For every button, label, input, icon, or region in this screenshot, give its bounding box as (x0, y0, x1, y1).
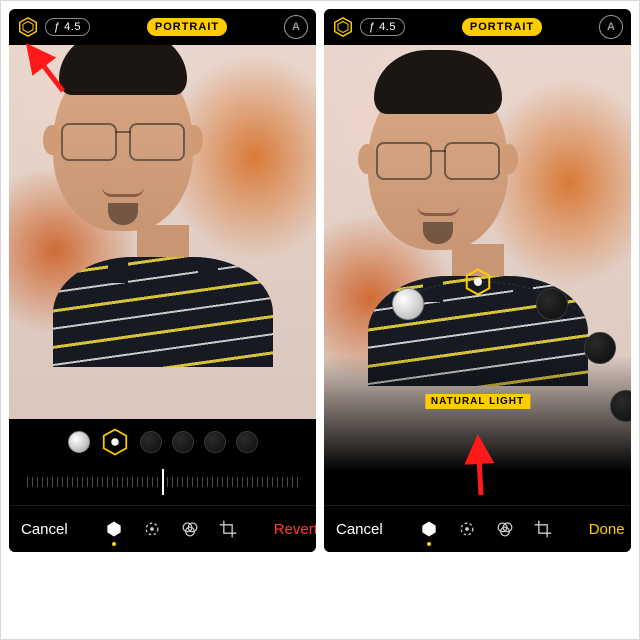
cancel-button[interactable]: Cancel (21, 521, 68, 538)
lighting-option-icon[interactable] (204, 431, 226, 453)
lighting-option-icon[interactable] (392, 288, 424, 320)
filters-tab-icon[interactable] (180, 518, 200, 540)
portrait-lighting-icon[interactable] (17, 16, 39, 38)
lighting-option-selected-icon[interactable] (100, 427, 130, 457)
phone-left: ƒ 4.5 PORTRAIT A (9, 9, 316, 552)
portrait-tab-icon[interactable] (104, 518, 124, 540)
lighting-option-icon[interactable] (68, 431, 90, 453)
lighting-option-selected-icon[interactable] (463, 267, 493, 297)
portrait-mode-badge: PORTRAIT (147, 18, 227, 36)
portrait-mode-badge: PORTRAIT (462, 18, 542, 36)
photo-preview[interactable] (9, 45, 316, 419)
crop-tab-icon[interactable] (533, 518, 553, 540)
active-tab-dot-icon (427, 542, 431, 546)
markup-icon[interactable]: A (599, 15, 623, 39)
crop-tab-icon[interactable] (218, 518, 238, 540)
cancel-button[interactable]: Cancel (336, 521, 383, 538)
lighting-option-icon[interactable] (236, 431, 258, 453)
slider-indicator[interactable] (162, 469, 164, 495)
revert-button[interactable]: Revert (274, 521, 316, 538)
phone-right: ƒ 4.5 PORTRAIT A NATURAL (324, 9, 631, 552)
photo-preview[interactable]: NATURAL LIGHT (324, 45, 631, 505)
phone-pair: ƒ 4.5 PORTRAIT A (9, 9, 631, 552)
annotation-arrow-icon (448, 429, 508, 499)
editor-panel: Cancel Done (324, 505, 631, 552)
portrait-lighting-icon[interactable] (332, 16, 354, 38)
aperture-badge[interactable]: ƒ 4.5 (360, 18, 405, 36)
lighting-option-icon[interactable] (584, 332, 616, 364)
annotation-arrow-icon (19, 39, 79, 99)
bottom-toolbar: Cancel Revert (9, 505, 316, 552)
lighting-option-icon[interactable] (536, 288, 568, 320)
lighting-option-icon[interactable] (140, 431, 162, 453)
aperture-badge[interactable]: ƒ 4.5 (45, 18, 90, 36)
lighting-option-icon[interactable] (172, 431, 194, 453)
filters-tab-icon[interactable] (495, 518, 515, 540)
done-button[interactable]: Done (589, 521, 625, 538)
active-tab-dot-icon (112, 542, 116, 546)
photo-subject (53, 53, 273, 367)
portrait-tab-icon[interactable] (419, 518, 439, 540)
editor-panel: Cancel Revert (9, 419, 316, 552)
screenshot-pair-container: ƒ 4.5 PORTRAIT A (0, 0, 640, 640)
adjust-tab-icon[interactable] (142, 518, 162, 540)
bottom-toolbar: Cancel Done (324, 505, 631, 552)
lighting-options-row[interactable] (9, 419, 316, 465)
markup-icon[interactable]: A (284, 15, 308, 39)
adjust-tab-icon[interactable] (457, 518, 477, 540)
intensity-slider[interactable] (27, 465, 298, 499)
top-bar: ƒ 4.5 PORTRAIT A (324, 9, 631, 45)
lighting-option-icon[interactable] (610, 390, 632, 422)
